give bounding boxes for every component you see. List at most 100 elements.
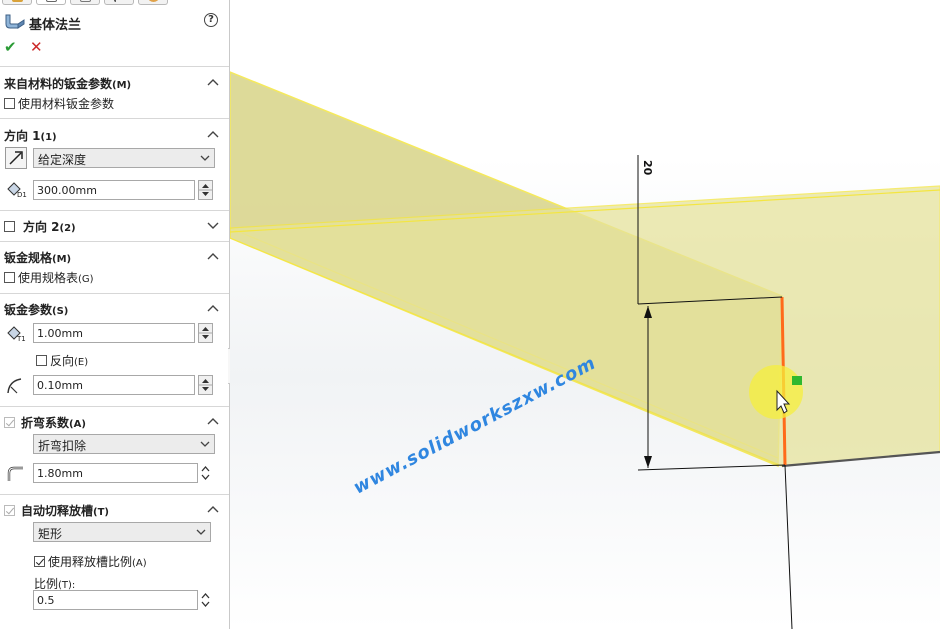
divider: [0, 241, 229, 242]
relief-type-select[interactable]: 矩形: [33, 522, 211, 542]
section-shortcut: (S): [52, 306, 69, 317]
use-gauge-table-checkbox[interactable]: 使用规格表(G): [4, 269, 94, 286]
chevron-up-icon[interactable]: [207, 252, 219, 262]
checkbox-box[interactable]: [36, 355, 47, 366]
bend-deduction-spinner[interactable]: [199, 463, 214, 483]
divider: [0, 494, 229, 495]
divider: [0, 293, 229, 294]
bend-allowance-type-select[interactable]: 折弯扣除: [33, 434, 215, 454]
sheet-metal-preview: [230, 71, 940, 629]
checkbox-box[interactable]: [4, 98, 15, 109]
bend-allowance-checkbox: [4, 417, 15, 428]
section-title: 钣金参数: [4, 303, 53, 317]
sketch-line: [784, 464, 793, 629]
section-title: 来自材料的钣金参数: [4, 77, 113, 91]
reverse-thickness-checkbox[interactable]: 反向(E): [36, 352, 88, 369]
select-value: 折弯扣除: [38, 439, 87, 453]
section-title: 方向 2: [23, 220, 60, 234]
base-flange-icon: [5, 14, 25, 29]
property-icon: [46, 0, 57, 2]
section-material-header[interactable]: 来自材料的钣金参数(M): [4, 75, 131, 92]
section-shortcut: (2): [59, 223, 76, 234]
thickness-spinner[interactable]: [198, 323, 213, 343]
feature-header: 基体法兰 ?: [4, 12, 226, 33]
chevron-up-icon[interactable]: [207, 505, 219, 515]
section-shortcut: (T): [93, 507, 109, 518]
end-condition-select[interactable]: 给定深度: [33, 148, 215, 168]
divider: [0, 406, 229, 407]
tab-configuration-manager[interactable]: [70, 0, 100, 5]
chevron-down-icon[interactable]: [207, 221, 219, 231]
section-title: 折弯系数: [21, 416, 70, 430]
svg-text:T1: T1: [16, 335, 26, 343]
bend-radius-icon: [5, 375, 27, 395]
bend-deduction-icon: [5, 463, 27, 483]
checkbox-box[interactable]: [34, 556, 45, 567]
bend-radius-spinner[interactable]: [198, 375, 213, 395]
section-shortcut: (1): [40, 132, 57, 143]
checkbox-box[interactable]: [4, 272, 15, 283]
ok-button[interactable]: ✔: [4, 38, 17, 56]
chevron-down-icon: [196, 526, 206, 540]
checkbox-label: 使用释放槽比例: [48, 555, 133, 569]
direction2-checkbox[interactable]: [4, 221, 15, 232]
section-direction1-header[interactable]: 方向 1(1): [4, 127, 57, 144]
bend-deduction-input[interactable]: 1.80mm: [33, 463, 198, 483]
checkbox-label: 使用材料钣金参数: [18, 97, 115, 111]
coincident-marker-icon: [792, 376, 802, 385]
checkbox-label: 反向: [50, 354, 75, 368]
use-material-params-checkbox[interactable]: 使用材料钣金参数: [4, 95, 114, 112]
checkbox-label: 使用规格表: [18, 271, 79, 285]
section-title: 方向 1: [4, 129, 41, 143]
section-gauge-header[interactable]: 钣金规格(M): [4, 249, 71, 266]
chevron-up-icon[interactable]: [207, 130, 219, 140]
configuration-icon: [80, 0, 91, 2]
tab-feature-manager[interactable]: [2, 0, 32, 5]
section-title: 自动切释放槽: [21, 504, 94, 518]
divider: [0, 66, 229, 67]
section-bend-allowance-header[interactable]: 折弯系数(A): [4, 414, 86, 431]
svg-text:D1: D1: [17, 191, 27, 199]
help-icon[interactable]: ?: [204, 13, 218, 27]
chevron-up-icon[interactable]: [207, 417, 219, 427]
reverse-direction-icon[interactable]: [5, 147, 27, 169]
dimension-arrow: [644, 456, 652, 468]
cancel-button[interactable]: ✕: [30, 38, 43, 56]
dimension-extension: [637, 464, 786, 471]
relief-ratio-input[interactable]: 0.5: [33, 590, 198, 610]
chevron-up-icon[interactable]: [207, 304, 219, 314]
tab-dimxpert[interactable]: [104, 0, 134, 5]
section-params-header[interactable]: 钣金参数(S): [4, 301, 68, 318]
bend-radius-input[interactable]: 0.10mm: [33, 375, 195, 395]
graphics-viewport[interactable]: 20 www.solidworkszxw.com: [230, 0, 940, 629]
thickness-input[interactable]: 1.00mm: [33, 323, 195, 343]
property-manager-panel: 基体法兰 ? ✔ ✕ 来自材料的钣金参数(M) 使用材料钣金参数 方向 1(1)…: [0, 0, 230, 629]
feature-tree-icon: [12, 0, 23, 2]
chevron-down-icon: [200, 152, 210, 166]
section-shortcut: (M): [112, 80, 132, 91]
chevron-down-icon: [200, 438, 210, 452]
use-relief-ratio-checkbox[interactable]: 使用释放槽比例(A): [34, 553, 147, 570]
feature-title: 基体法兰: [29, 18, 82, 33]
checkbox-shortcut: (E): [74, 357, 89, 368]
depth-spinner[interactable]: [198, 180, 213, 200]
section-title: 钣金规格: [4, 251, 53, 265]
section-shortcut: (A): [69, 419, 86, 430]
thickness-icon: T1: [5, 323, 27, 343]
section-relief-header[interactable]: 自动切释放槽(T): [4, 502, 109, 519]
tab-display-manager[interactable]: [138, 0, 168, 5]
chevron-up-icon[interactable]: [207, 78, 219, 88]
relief-ratio-spinner[interactable]: [199, 590, 214, 610]
flange-plate-horizontal: [230, 185, 940, 467]
section-direction2-header[interactable]: 方向 2(2): [4, 218, 76, 235]
divider: [0, 118, 229, 119]
depth-icon: D1: [5, 179, 27, 199]
ratio-label-text: 比例: [34, 577, 59, 591]
divider: [0, 210, 229, 211]
dimension-value[interactable]: 20: [641, 160, 654, 175]
display-icon: [148, 0, 159, 2]
section-shortcut: (M): [52, 254, 72, 265]
dimxpert-icon: [114, 0, 125, 2]
depth-input[interactable]: 300.00mm: [33, 180, 195, 200]
tab-property-manager[interactable]: [36, 0, 66, 5]
